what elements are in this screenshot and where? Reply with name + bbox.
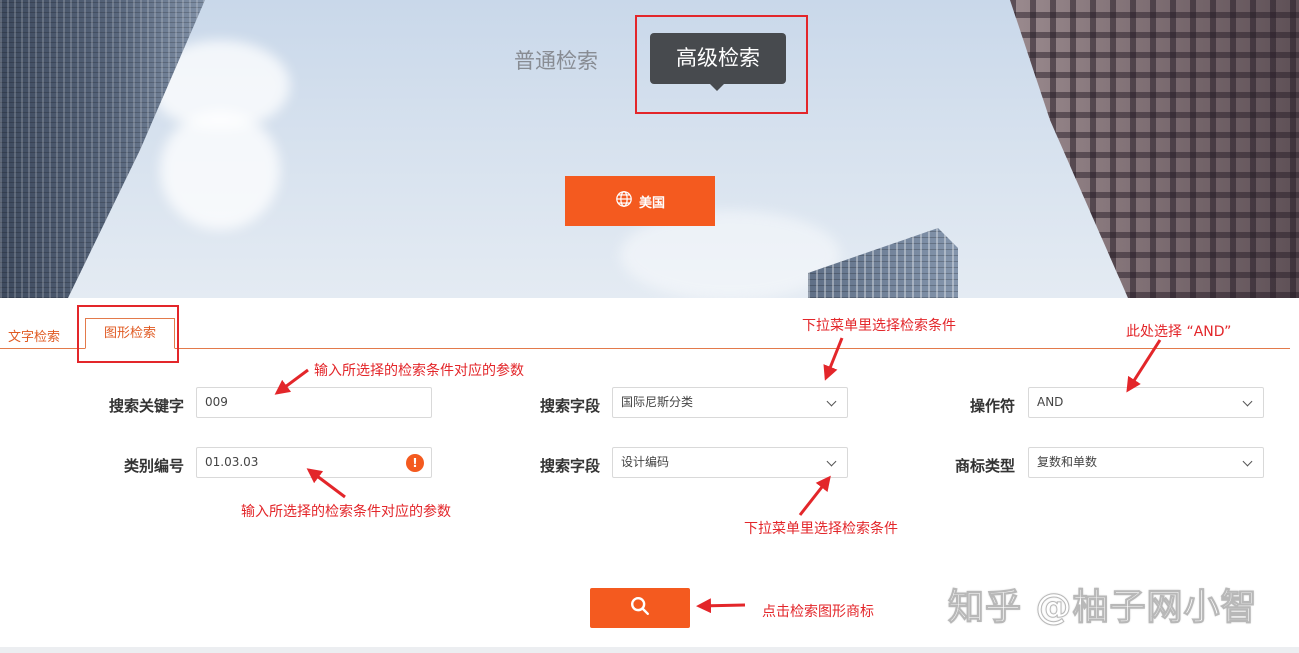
arrow-dropdown-bottom (798, 475, 831, 516)
search-field-select-2[interactable]: 设计编码 (612, 447, 848, 478)
building-right-image (1010, 0, 1299, 298)
cloud (160, 110, 280, 230)
search-field-label-2: 搜索字段 (539, 457, 600, 475)
chevron-down-icon (1242, 396, 1253, 407)
category-number-input[interactable] (205, 448, 385, 476)
chevron-down-icon (826, 396, 837, 407)
trademark-type-value: 复数和单数 (1037, 455, 1098, 469)
annotation-search: 点击检索图形商标 (762, 604, 874, 620)
trademark-type-select[interactable]: 复数和单数 (1028, 447, 1264, 478)
country-button-label: 美国 (638, 195, 665, 211)
annotation-operator: 此处选择 “AND” (1126, 324, 1232, 340)
annotation-dropdown-top: 下拉菜单里选择检索条件 (802, 318, 956, 334)
search-field-label-1: 搜索字段 (539, 397, 600, 415)
search-button[interactable] (590, 588, 690, 628)
arrow-dropdown-top (823, 337, 844, 381)
globe-icon (615, 190, 633, 212)
operator-value: AND (1037, 395, 1064, 409)
highlight-box-image-tab (77, 305, 179, 363)
keyword-field[interactable] (196, 387, 432, 418)
country-button[interactable]: 美国 (565, 176, 715, 226)
keyword-input[interactable] (205, 388, 385, 416)
warning-icon: ! (406, 454, 424, 472)
highlight-box-advanced-tab (635, 15, 808, 114)
tabs-divider (0, 348, 1290, 349)
chevron-down-icon (826, 456, 837, 467)
search-field-value-2: 设计编码 (621, 455, 670, 469)
annotation-category: 输入所选择的检索条件对应的参数 (241, 504, 451, 520)
keyword-label: 搜索关键字 (108, 397, 184, 415)
operator-label: 操作符 (969, 397, 1015, 415)
search-field-select-1[interactable]: 国际尼斯分类 (612, 387, 848, 418)
category-number-label: 类别编号 (123, 457, 184, 475)
search-icon (629, 595, 651, 621)
tab-normal-search[interactable]: 普通检索 (514, 45, 598, 75)
arrow-search (696, 598, 746, 614)
trademark-type-label: 商标类型 (954, 457, 1015, 475)
chevron-down-icon (1242, 456, 1253, 467)
operator-select[interactable]: AND (1028, 387, 1264, 418)
page-bottom-divider (0, 647, 1299, 653)
search-field-value-1: 国际尼斯分类 (621, 395, 694, 409)
tab-text-search[interactable]: 文字检索 (8, 326, 60, 345)
category-number-field[interactable]: ! (196, 447, 432, 478)
watermark: 知乎 @柚子网小智 (948, 587, 1258, 629)
annotation-keyword: 输入所选择的检索条件对应的参数 (314, 363, 524, 379)
annotation-dropdown-bottom: 下拉菜单里选择检索条件 (744, 521, 898, 537)
